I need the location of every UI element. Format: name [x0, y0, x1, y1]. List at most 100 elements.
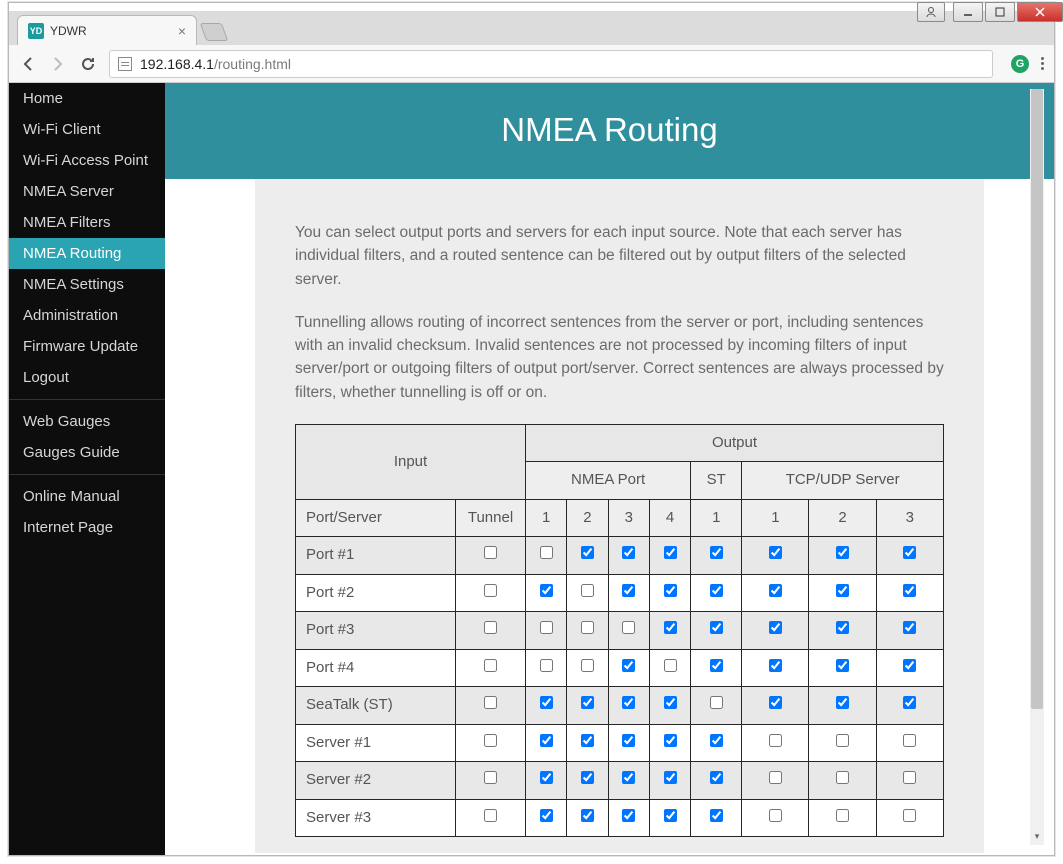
output-checkbox[interactable]: [540, 546, 553, 559]
reload-button[interactable]: [79, 55, 97, 73]
output-checkbox[interactable]: [903, 546, 916, 559]
tunnel-checkbox[interactable]: [484, 696, 497, 709]
output-checkbox[interactable]: [581, 734, 594, 747]
output-checkbox[interactable]: [622, 734, 635, 747]
output-checkbox[interactable]: [540, 734, 553, 747]
sidebar-item[interactable]: Wi-Fi Client: [9, 114, 165, 145]
close-button[interactable]: [1017, 2, 1063, 22]
sidebar-item[interactable]: Firmware Update: [9, 331, 165, 362]
sidebar-item[interactable]: Administration: [9, 300, 165, 331]
output-checkbox[interactable]: [903, 696, 916, 709]
back-button[interactable]: [19, 55, 37, 73]
output-checkbox[interactable]: [710, 734, 723, 747]
output-checkbox[interactable]: [710, 546, 723, 559]
tunnel-checkbox[interactable]: [484, 584, 497, 597]
output-checkbox[interactable]: [622, 771, 635, 784]
tunnel-checkbox[interactable]: [484, 621, 497, 634]
output-checkbox[interactable]: [622, 809, 635, 822]
sidebar-item[interactable]: NMEA Routing: [9, 238, 165, 269]
output-checkbox[interactable]: [769, 659, 782, 672]
sidebar-item[interactable]: Logout: [9, 362, 165, 393]
site-info-icon[interactable]: [118, 57, 132, 71]
output-checkbox[interactable]: [581, 696, 594, 709]
output-checkbox[interactable]: [664, 696, 677, 709]
output-checkbox[interactable]: [836, 771, 849, 784]
output-checkbox[interactable]: [622, 621, 635, 634]
output-checkbox[interactable]: [540, 809, 553, 822]
output-checkbox[interactable]: [540, 771, 553, 784]
output-checkbox[interactable]: [836, 659, 849, 672]
tunnel-checkbox[interactable]: [484, 659, 497, 672]
output-checkbox[interactable]: [664, 584, 677, 597]
output-checkbox[interactable]: [664, 771, 677, 784]
output-checkbox[interactable]: [622, 696, 635, 709]
output-checkbox[interactable]: [622, 546, 635, 559]
user-icon[interactable]: [917, 2, 945, 22]
output-checkbox[interactable]: [836, 696, 849, 709]
minimize-button[interactable]: [953, 2, 983, 22]
maximize-button[interactable]: [985, 2, 1015, 22]
scrollbar-thumb[interactable]: [1031, 89, 1043, 709]
extension-icon[interactable]: G: [1011, 55, 1029, 73]
output-checkbox[interactable]: [540, 584, 553, 597]
output-checkbox[interactable]: [710, 771, 723, 784]
output-checkbox[interactable]: [540, 621, 553, 634]
sidebar-item[interactable]: Home: [9, 83, 165, 114]
output-checkbox[interactable]: [581, 771, 594, 784]
tunnel-checkbox[interactable]: [484, 546, 497, 559]
scroll-down-icon[interactable]: ▾: [1030, 831, 1044, 845]
output-checkbox[interactable]: [581, 584, 594, 597]
output-checkbox[interactable]: [769, 809, 782, 822]
output-checkbox[interactable]: [836, 809, 849, 822]
output-checkbox[interactable]: [903, 659, 916, 672]
output-checkbox[interactable]: [622, 584, 635, 597]
menu-button[interactable]: [1041, 55, 1044, 72]
output-checkbox[interactable]: [664, 546, 677, 559]
output-checkbox[interactable]: [664, 621, 677, 634]
sidebar-item[interactable]: NMEA Server: [9, 176, 165, 207]
output-checkbox[interactable]: [581, 621, 594, 634]
output-checkbox[interactable]: [710, 621, 723, 634]
output-checkbox[interactable]: [836, 546, 849, 559]
scrollbar[interactable]: ▾: [1030, 89, 1044, 845]
sidebar-item[interactable]: Wi-Fi Access Point: [9, 145, 165, 176]
tunnel-checkbox[interactable]: [484, 771, 497, 784]
sidebar-item[interactable]: Internet Page: [9, 512, 165, 543]
output-checkbox[interactable]: [622, 659, 635, 672]
sidebar-item[interactable]: Online Manual: [9, 481, 165, 512]
tunnel-checkbox[interactable]: [484, 809, 497, 822]
sidebar-item[interactable]: NMEA Filters: [9, 207, 165, 238]
output-checkbox[interactable]: [581, 809, 594, 822]
output-checkbox[interactable]: [769, 696, 782, 709]
output-checkbox[interactable]: [836, 584, 849, 597]
output-checkbox[interactable]: [769, 546, 782, 559]
tab-close-icon[interactable]: ×: [178, 23, 186, 39]
output-checkbox[interactable]: [769, 734, 782, 747]
output-checkbox[interactable]: [540, 696, 553, 709]
sidebar-item[interactable]: Gauges Guide: [9, 437, 165, 468]
output-checkbox[interactable]: [710, 584, 723, 597]
tunnel-checkbox[interactable]: [484, 734, 497, 747]
output-checkbox[interactable]: [903, 771, 916, 784]
address-bar[interactable]: 192.168.4.1/routing.html: [109, 50, 993, 78]
output-checkbox[interactable]: [664, 734, 677, 747]
forward-button[interactable]: [49, 55, 67, 73]
output-checkbox[interactable]: [903, 584, 916, 597]
output-checkbox[interactable]: [664, 659, 677, 672]
output-checkbox[interactable]: [710, 809, 723, 822]
new-tab-button[interactable]: [200, 23, 229, 41]
output-checkbox[interactable]: [903, 734, 916, 747]
output-checkbox[interactable]: [710, 659, 723, 672]
browser-tab[interactable]: YD YDWR ×: [17, 15, 197, 45]
output-checkbox[interactable]: [540, 659, 553, 672]
output-checkbox[interactable]: [769, 621, 782, 634]
output-checkbox[interactable]: [581, 546, 594, 559]
sidebar-item[interactable]: NMEA Settings: [9, 269, 165, 300]
output-checkbox[interactable]: [903, 809, 916, 822]
output-checkbox[interactable]: [836, 734, 849, 747]
output-checkbox[interactable]: [769, 771, 782, 784]
output-checkbox[interactable]: [836, 621, 849, 634]
sidebar-item[interactable]: Web Gauges: [9, 406, 165, 437]
output-checkbox[interactable]: [903, 621, 916, 634]
output-checkbox[interactable]: [581, 659, 594, 672]
